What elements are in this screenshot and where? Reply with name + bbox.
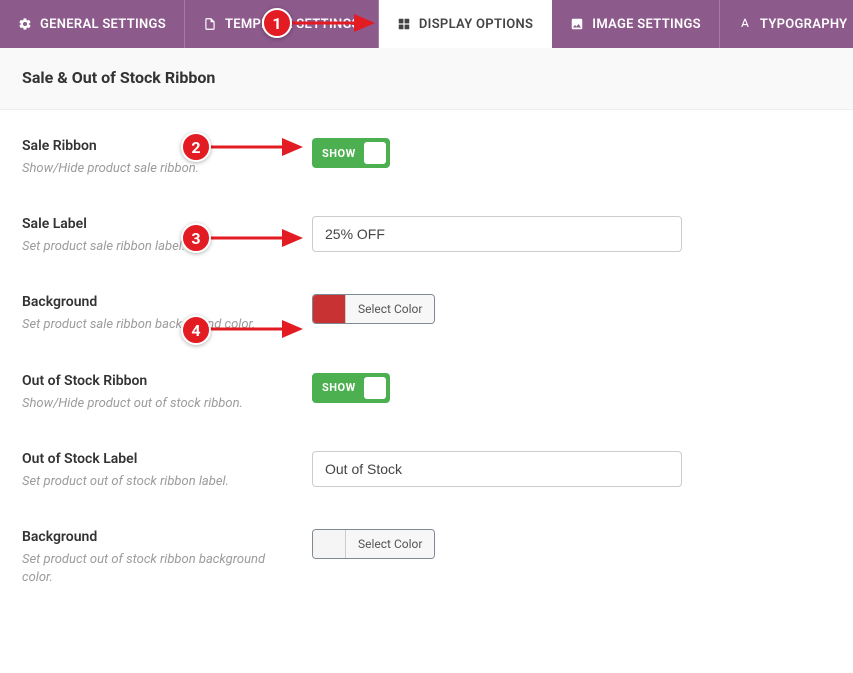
color-swatch — [313, 295, 345, 323]
field-label: Background — [22, 529, 292, 545]
tab-label: IMAGE SETTINGS — [592, 17, 701, 32]
field-help: Show/Hide product sale ribbon. — [22, 160, 292, 178]
gear-icon — [18, 17, 32, 31]
template-icon — [203, 17, 217, 31]
field-oos-background: Background Set product out of stock ribb… — [22, 501, 831, 597]
sale-background-color-picker[interactable]: Select Color — [312, 294, 435, 324]
oos-ribbon-toggle[interactable]: SHOW — [312, 373, 390, 403]
field-help: Set product out of stock ribbon backgrou… — [22, 551, 292, 587]
oos-background-color-picker[interactable]: Select Color — [312, 529, 435, 559]
tab-label: GENERAL SETTINGS — [40, 17, 166, 32]
tab-label: TEMPLATE SETTINGS — [225, 17, 360, 32]
section-header: Sale & Out of Stock Ribbon — [0, 48, 853, 110]
field-help: Show/Hide product out of stock ribbon. — [22, 395, 292, 413]
tab-general-settings[interactable]: GENERAL SETTINGS — [0, 0, 185, 48]
tab-label: DISPLAY OPTIONS — [419, 17, 533, 32]
tab-image-settings[interactable]: IMAGE SETTINGS — [552, 0, 720, 48]
tab-template-settings[interactable]: TEMPLATE SETTINGS — [185, 0, 379, 48]
select-color-button: Select Color — [345, 530, 434, 558]
font-icon — [738, 17, 752, 31]
tab-display-options[interactable]: DISPLAY OPTIONS — [379, 0, 552, 48]
color-swatch — [313, 530, 345, 558]
tabs-bar: GENERAL SETTINGS TEMPLATE SETTINGS DISPL… — [0, 0, 853, 48]
field-sale-background: Background Set product sale ribbon backg… — [22, 266, 831, 344]
toggle-knob — [364, 377, 386, 399]
field-label: Out of Stock Label — [22, 451, 292, 467]
select-color-button: Select Color — [345, 295, 434, 323]
field-label: Sale Ribbon — [22, 138, 292, 154]
image-icon — [570, 17, 584, 31]
field-label: Sale Label — [22, 216, 292, 232]
content-area: Sale Ribbon Show/Hide product sale ribbo… — [0, 110, 853, 597]
grid-icon — [397, 17, 411, 31]
toggle-label: SHOW — [322, 381, 356, 394]
toggle-label: SHOW — [322, 147, 356, 160]
sale-ribbon-toggle[interactable]: SHOW — [312, 138, 390, 168]
field-help: Set product out of stock ribbon label. — [22, 473, 292, 491]
toggle-knob — [364, 142, 386, 164]
sale-label-input[interactable] — [312, 216, 682, 252]
tab-label: TYPOGRAPHY — [760, 17, 848, 32]
field-oos-ribbon: Out of Stock Ribbon Show/Hide product ou… — [22, 345, 831, 423]
field-sale-ribbon: Sale Ribbon Show/Hide product sale ribbo… — [22, 110, 831, 188]
field-help: Set product sale ribbon background color… — [22, 316, 292, 334]
field-label: Background — [22, 294, 292, 310]
oos-label-input[interactable] — [312, 451, 682, 487]
field-sale-label: Sale Label Set product sale ribbon label… — [22, 188, 831, 266]
field-help: Set product sale ribbon label. — [22, 238, 292, 256]
section-title: Sale & Out of Stock Ribbon — [22, 68, 831, 87]
field-label: Out of Stock Ribbon — [22, 373, 292, 389]
field-oos-label: Out of Stock Label Set product out of st… — [22, 423, 831, 501]
tab-typography[interactable]: TYPOGRAPHY — [720, 0, 853, 48]
